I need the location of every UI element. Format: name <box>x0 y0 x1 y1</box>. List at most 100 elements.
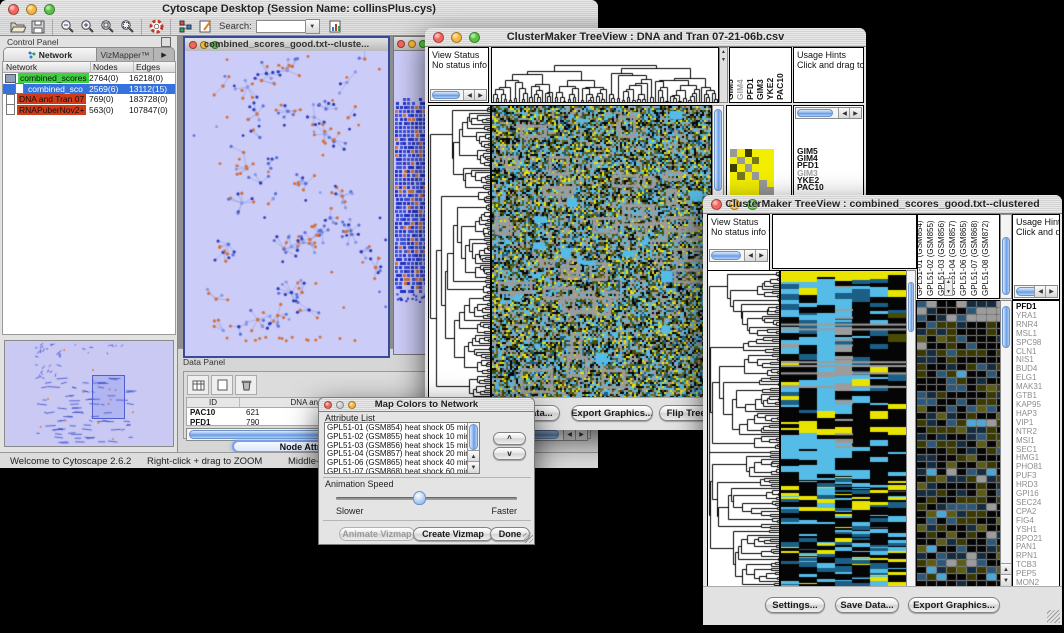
scroll-down-icon[interactable]: ▼ <box>720 57 727 63</box>
matrix-cell[interactable] <box>745 172 752 180</box>
scroll-down-icon[interactable]: ▼ <box>468 461 479 473</box>
settings-button[interactable]: Settings... <box>765 597 825 613</box>
attribute-browser-icon[interactable] <box>326 18 346 36</box>
col-network[interactable]: Network <box>3 62 91 72</box>
column-label[interactable]: PAC10 <box>775 73 785 100</box>
tab-vizmapper[interactable]: VizMapper™ <box>97 48 154 62</box>
tv2-zoom-heatmap[interactable] <box>916 300 1001 587</box>
column-label[interactable]: GIM4 <box>735 79 745 100</box>
network-overview-panel[interactable] <box>4 340 174 447</box>
column-label[interactable]: GIM3 <box>755 79 765 100</box>
network-name[interactable]: RNAPuberNov2+ <box>17 105 86 115</box>
overview-viewport-rect[interactable] <box>92 375 125 419</box>
attribute-table-icon[interactable] <box>187 375 209 395</box>
matrix-cell[interactable] <box>737 172 744 180</box>
matrix-cell[interactable] <box>767 180 774 188</box>
network-view-icon[interactable] <box>175 18 195 36</box>
scroll-left-icon[interactable]: ◀ <box>563 429 575 440</box>
matrix-cell[interactable] <box>767 157 774 165</box>
frame2-close-button[interactable] <box>397 40 405 48</box>
resize-grip[interactable] <box>1047 610 1060 623</box>
tab-network[interactable]: Network <box>4 48 97 62</box>
matrix-cell[interactable] <box>752 149 759 157</box>
scroll-up-icon[interactable]: ▲ <box>945 279 952 285</box>
frame1-titlebar[interactable]: combined_scores_good.txt--cluste... <box>185 38 388 52</box>
zoom-out-icon[interactable] <box>57 18 77 36</box>
matrix-cell[interactable] <box>737 187 744 195</box>
matrix-cell[interactable] <box>745 157 752 165</box>
matrix-cell[interactable] <box>759 157 766 165</box>
network-name[interactable]: combined_sco <box>26 84 85 94</box>
move-up-button[interactable]: ^ <box>493 432 526 445</box>
dialog-titlebar[interactable]: Map Colors to Network <box>319 398 534 412</box>
matrix-cell[interactable] <box>759 164 766 172</box>
tv2-zoom-vscrollbar[interactable]: ▲ ▼ <box>1000 300 1012 587</box>
matrix-cell[interactable] <box>737 164 744 172</box>
network-list-row[interactable]: combined_scores2764(0)16218(0) <box>3 73 175 84</box>
matrix-cell[interactable] <box>752 172 759 180</box>
tv2-row-dendrogram[interactable] <box>707 270 780 587</box>
float-panel-icon[interactable] <box>161 37 171 47</box>
treeview2-titlebar[interactable]: ClusterMaker TreeView : combined_scores_… <box>703 195 1062 214</box>
matrix-cell[interactable] <box>737 157 744 165</box>
scroll-right-icon[interactable]: ▶ <box>474 90 486 100</box>
column-label[interactable]: PFD1 <box>745 78 755 100</box>
tv1-row-dendrogram[interactable] <box>428 105 491 398</box>
tv2-labels-vscrollbar[interactable] <box>1000 214 1012 299</box>
export-graphics-button[interactable]: Export Graphics... <box>571 405 653 421</box>
matrix-cell[interactable] <box>759 187 766 195</box>
treeview1-titlebar[interactable]: ClusterMaker TreeView : DNA and Tran 07-… <box>425 28 866 47</box>
matrix-cell[interactable] <box>745 164 752 172</box>
save-session-icon[interactable] <box>28 18 48 36</box>
animation-speed-slider[interactable] <box>336 497 517 500</box>
matrix-cell[interactable] <box>737 180 744 188</box>
network-name[interactable]: DNA and Tran 07 <box>17 94 86 104</box>
tv1-mini-vscroll[interactable]: ▲ ▼ <box>719 47 728 103</box>
attribute-list[interactable]: GPL51-01 (GSM854) heat shock 05 minGPL51… <box>324 422 480 474</box>
column-label[interactable]: YKE2 <box>765 78 775 100</box>
network-list-row[interactable]: combined_sco2569(6)13112(15) <box>3 84 175 95</box>
scroll-right-icon[interactable]: ▶ <box>1045 286 1057 297</box>
tv2-hints-hscrollbar[interactable]: ◀ ▶ <box>1014 285 1058 298</box>
network-list-row[interactable]: RNAPuberNov2+563(0)107847(0) <box>3 105 175 116</box>
column-label[interactable]: GPL51-01 (GSM854) <box>917 220 924 296</box>
matrix-cell[interactable] <box>759 180 766 188</box>
matrix-cell[interactable] <box>745 149 752 157</box>
matrix-cell[interactable] <box>745 180 752 188</box>
animate-vizmap-button[interactable]: Animate Vizmap <box>339 527 415 541</box>
network-list-row[interactable]: DNA and Tran 07769(0)183728(0) <box>3 94 175 105</box>
resize-grip[interactable] <box>523 533 533 543</box>
search-dropdown-arrow-icon[interactable]: ▼ <box>306 19 320 34</box>
scroll-right-icon[interactable]: ▶ <box>849 108 861 118</box>
mini-scroll-arrows[interactable]: ▲ ▼ <box>944 278 953 296</box>
save-data-button[interactable]: Save Data... <box>835 597 899 613</box>
row-label[interactable]: PAC10 <box>797 184 824 191</box>
matrix-cell[interactable] <box>730 157 737 165</box>
matrix-cell[interactable] <box>767 187 774 195</box>
matrix-cell[interactable] <box>767 164 774 172</box>
network-canvas[interactable] <box>185 51 388 345</box>
matrix-cell[interactable] <box>730 149 737 157</box>
search-input[interactable] <box>256 20 306 33</box>
column-label[interactable]: GPL51-06 (GSM865) <box>959 220 968 296</box>
matrix-cell[interactable] <box>730 164 737 172</box>
data-col-id[interactable]: ID <box>187 398 240 407</box>
zoom-in-icon[interactable] <box>77 18 97 36</box>
export-graphics-button[interactable]: Export Graphics... <box>908 597 1000 613</box>
scroll-right-icon[interactable]: ▶ <box>575 429 587 440</box>
scroll-right-icon[interactable]: ▶ <box>755 250 767 261</box>
matrix-cell[interactable] <box>752 164 759 172</box>
matrix-cell[interactable] <box>730 187 737 195</box>
matrix-cell[interactable] <box>730 180 737 188</box>
new-attribute-icon[interactable] <box>211 375 233 395</box>
tv2-heatmap-vscrollbar[interactable] <box>906 270 916 587</box>
tv1-labels-hscrollbar[interactable]: ◀ ▶ <box>795 107 862 119</box>
attribute-list-item[interactable]: GPL51-07 (GSM868) heat shock 60 min <box>325 468 467 474</box>
delete-attribute-icon[interactable] <box>235 375 257 395</box>
zoom-selected-icon[interactable] <box>97 18 117 36</box>
matrix-cell[interactable] <box>767 149 774 157</box>
tv1-column-dendrogram[interactable] <box>491 47 719 103</box>
matrix-cell[interactable] <box>767 172 774 180</box>
matrix-cell[interactable] <box>752 157 759 165</box>
col-nodes[interactable]: Nodes <box>91 62 134 72</box>
